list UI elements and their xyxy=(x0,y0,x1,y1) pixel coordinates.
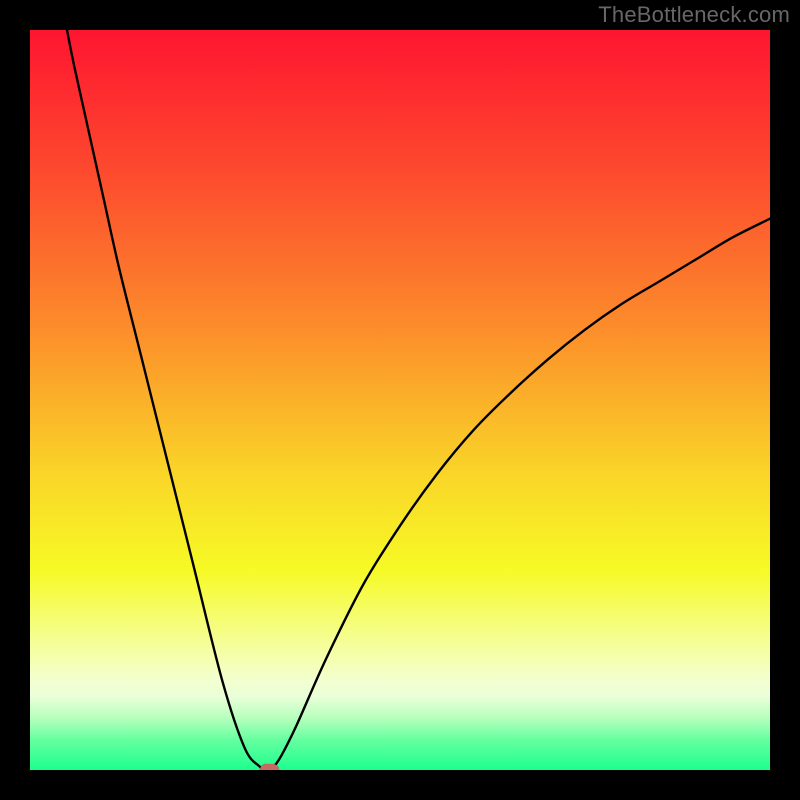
watermark-text: TheBottleneck.com xyxy=(598,2,790,28)
bottleneck-curve xyxy=(30,30,770,770)
optimum-marker xyxy=(260,764,279,770)
plot-area xyxy=(30,30,770,770)
chart-frame: TheBottleneck.com xyxy=(0,0,800,800)
